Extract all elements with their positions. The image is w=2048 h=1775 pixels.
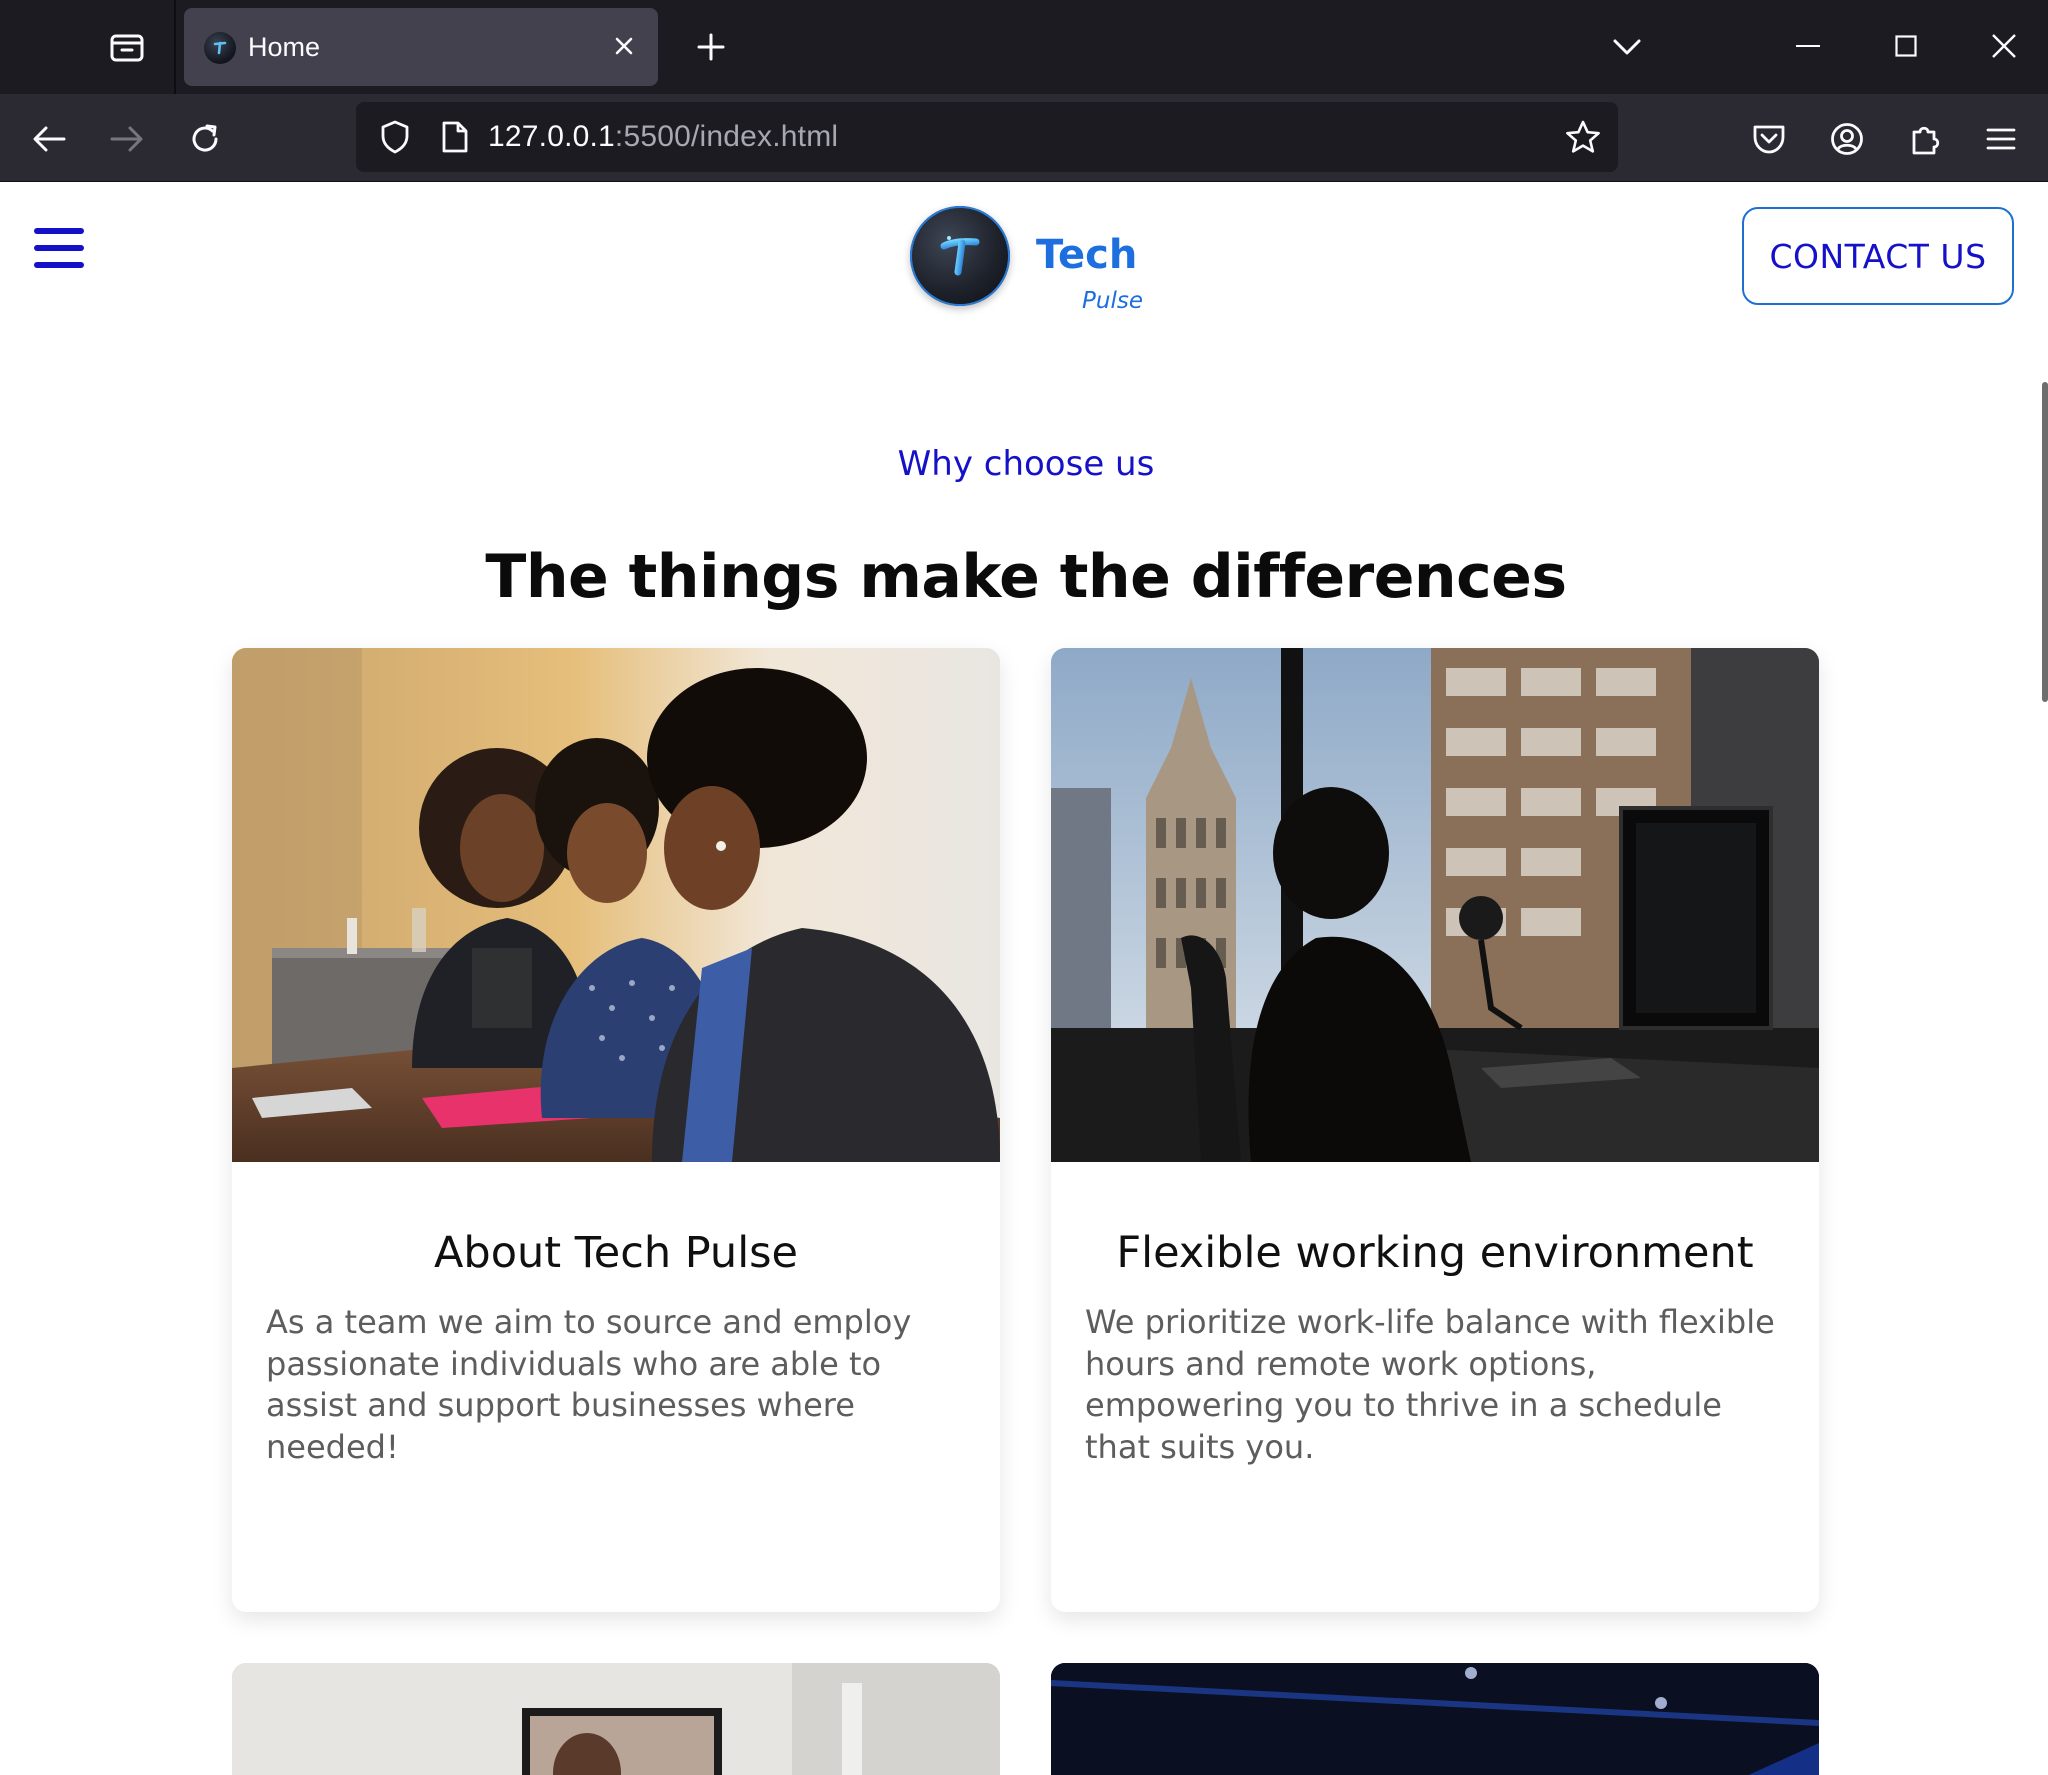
back-arrow-icon[interactable]	[24, 114, 74, 164]
card-body: We prioritize work-life balance with fle…	[1085, 1303, 1775, 1466]
close-window-icon[interactable]	[1972, 16, 2036, 76]
card-body: As a team we aim to source and employ pa…	[266, 1303, 912, 1466]
close-tab-icon[interactable]	[606, 28, 642, 64]
card-flexible: Flexible working environment We prioriti…	[1051, 648, 1819, 1612]
card-title: About Tech Pulse	[433, 1228, 798, 1278]
url-text[interactable]: 127.0.0.1:5500/index.html	[488, 120, 838, 154]
tab-favicon-icon	[204, 32, 236, 64]
section-headline: The things make the differences	[485, 542, 1567, 612]
section-eyebrow: Why choose us	[897, 444, 1155, 484]
app-menu-icon[interactable]	[1976, 114, 2026, 164]
tab-home[interactable]: Home	[184, 8, 658, 86]
tab-separator	[174, 0, 176, 94]
url-host: 127.0.0.1	[488, 120, 615, 153]
card-fourth-image	[1051, 1663, 1819, 1775]
tab-title: Home	[248, 32, 321, 62]
page-info-icon[interactable]	[430, 112, 480, 162]
team-meeting-photo	[232, 648, 1000, 1162]
site-logo[interactable]: Tech Pulse	[908, 202, 1148, 314]
url-path: :5500/index.html	[614, 120, 839, 153]
account-icon[interactable]	[1822, 114, 1872, 164]
list-all-tabs-chevron-down-icon[interactable]	[1602, 22, 1652, 72]
page-scrollbar-thumb[interactable]	[2042, 382, 2048, 702]
browser-tab-bar: Home	[0, 0, 2048, 94]
logo-name: Tech	[1036, 232, 1138, 278]
hamburger-menu-icon[interactable]	[34, 226, 84, 270]
logo-mark-icon	[910, 206, 1010, 306]
tracking-protection-shield-icon[interactable]	[370, 112, 420, 162]
card-title: Flexible working environment	[1116, 1228, 1754, 1278]
hamburger-bar	[34, 245, 84, 251]
bookmark-star-icon[interactable]	[1558, 112, 1608, 162]
url-bar[interactable]: 127.0.0.1:5500/index.html	[356, 102, 1618, 172]
logo-tagline: Pulse	[1082, 288, 1143, 314]
office-window-photo	[1051, 648, 1819, 1162]
minimize-window-icon[interactable]	[1776, 16, 1840, 76]
maximize-window-icon[interactable]	[1874, 16, 1938, 76]
extensions-puzzle-icon[interactable]	[1900, 114, 1950, 164]
pocket-icon[interactable]	[1744, 114, 1794, 164]
card-third-image	[232, 1663, 1000, 1775]
forward-arrow-icon[interactable]	[102, 114, 152, 164]
reload-icon[interactable]	[180, 114, 230, 164]
hamburger-bar	[34, 228, 84, 234]
new-tab-plus-icon[interactable]	[686, 22, 736, 72]
web-page: Tech Pulse CONTACT US Why choose us The …	[0, 182, 2048, 1775]
contact-us-button[interactable]: CONTACT US	[1742, 207, 2014, 305]
firefox-view-icon[interactable]	[102, 22, 152, 72]
hamburger-bar	[34, 262, 84, 268]
browser-toolbar: 127.0.0.1:5500/index.html	[0, 94, 2048, 182]
card-about: About Tech Pulse As a team we aim to sou…	[232, 648, 1000, 1612]
